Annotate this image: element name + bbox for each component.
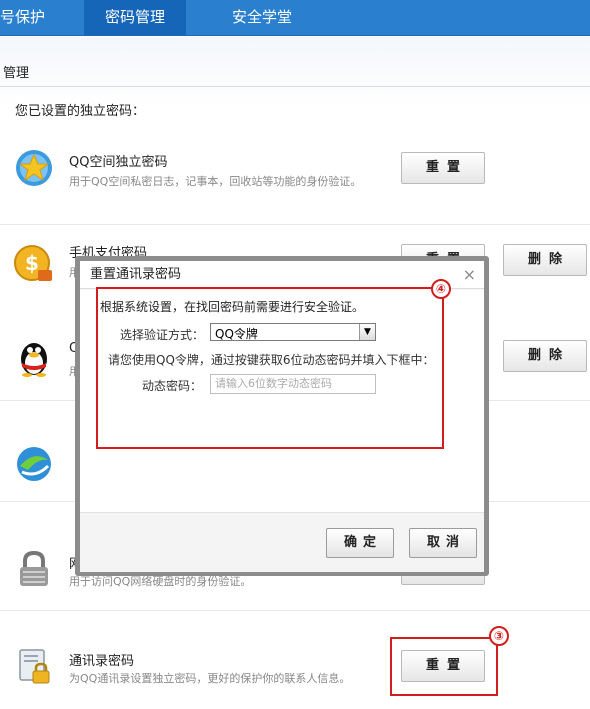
svg-text:$: $ bbox=[25, 251, 39, 275]
item-desc: 用于QQ空间私密日志，记事本，回收站等功能的身份验证。 bbox=[69, 175, 362, 188]
tab-security-school[interactable]: 安全学堂 bbox=[210, 0, 314, 36]
item-desc: 为QQ通讯录设置独立密码，更好的保护你的联系人信息。 bbox=[69, 672, 351, 685]
page-title: 管理 bbox=[3, 66, 30, 81]
item-name: QQ空间独立密码 bbox=[69, 155, 168, 170]
dialog-title: 重置通讯录密码 bbox=[80, 261, 484, 289]
globe-icon bbox=[17, 447, 51, 481]
divider bbox=[0, 86, 590, 87]
row-separator bbox=[0, 224, 590, 225]
top-nav: 号保护 密码管理 安全学堂 bbox=[0, 0, 590, 36]
confirm-button[interactable]: 确定 bbox=[326, 528, 394, 558]
list-item: QQ空间独立密码 用于QQ空间私密日志，记事本，回收站等功能的身份验证。 重置 bbox=[0, 140, 590, 225]
coin-icon: $ bbox=[14, 245, 52, 281]
row-separator bbox=[0, 610, 590, 611]
close-icon[interactable]: × bbox=[463, 261, 476, 289]
tab-account-protection[interactable]: 号保护 bbox=[0, 0, 56, 36]
annotation-step3: ③ bbox=[489, 626, 509, 646]
annotation-step4: ④ bbox=[431, 279, 451, 299]
dialog-footer: 确定 取消 bbox=[80, 512, 484, 572]
tab-password-management[interactable]: 密码管理 bbox=[84, 0, 186, 36]
penguin-icon bbox=[21, 343, 47, 377]
delete-button[interactable]: 删除 bbox=[503, 340, 587, 372]
star-icon bbox=[16, 150, 52, 186]
addressbook-lock-icon bbox=[19, 649, 50, 684]
annotation-box-step4 bbox=[96, 287, 444, 449]
lock-icon bbox=[20, 550, 48, 586]
annotation-box-step3 bbox=[390, 637, 498, 696]
page-header bbox=[0, 37, 590, 107]
delete-button[interactable]: 删除 bbox=[503, 244, 587, 276]
item-name: 通讯录密码 bbox=[69, 654, 135, 669]
cancel-button[interactable]: 取消 bbox=[409, 528, 477, 558]
reset-button[interactable]: 重置 bbox=[401, 152, 485, 184]
section-subtitle: 您已设置的独立密码： bbox=[15, 104, 146, 119]
